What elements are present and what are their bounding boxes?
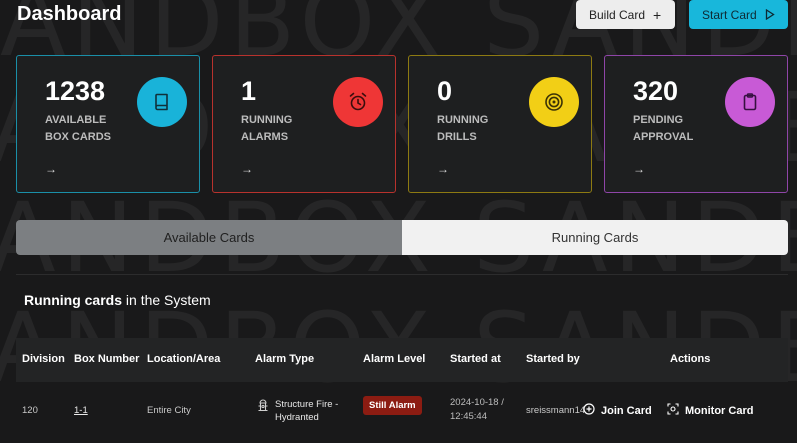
section-title: Running cards in the System (24, 292, 211, 308)
cell-alarm-level: Still Alarm (363, 396, 422, 415)
stat-value: 1238 (45, 76, 106, 106)
fire-hydrant-icon (257, 398, 269, 416)
play-icon (765, 7, 775, 23)
stat-card-running-drills[interactable]: 0 RUNNING DRILLS → (408, 55, 592, 193)
column-header-box-number: Box Number (74, 353, 140, 365)
column-header-location: Location/Area (147, 353, 221, 365)
stat-card-available-box-cards[interactable]: 1238 AVAILABLE BOX CARDS → (16, 55, 200, 193)
stat-card-running-alarms[interactable]: 1 RUNNING ALARMS → (212, 55, 396, 193)
column-header-started-by: Started by (526, 353, 580, 365)
build-card-button[interactable]: Build Card + (576, 0, 675, 29)
plus-icon: + (653, 6, 662, 23)
arrow-right-icon[interactable]: → (45, 162, 57, 176)
column-header-alarm-level: Alarm Level (363, 353, 426, 365)
cell-started-at: 2024-10-18 /12:45:44 (450, 397, 504, 422)
column-header-division: Division (22, 353, 65, 365)
table-header: Division Box Number Location/Area Alarm … (16, 338, 788, 382)
page-title: Dashboard (17, 3, 122, 25)
monitor-card-button[interactable]: Monitor Card (667, 403, 753, 418)
clipboard-icon (725, 77, 775, 127)
build-card-label: Build Card (589, 7, 646, 22)
book-icon (137, 77, 187, 127)
stat-cards: 1238 AVAILABLE BOX CARDS → 1 RUNNING ALARM… (16, 55, 788, 193)
card-tabs: Available Cards Running Cards (16, 220, 788, 255)
cell-division: 120 (22, 405, 38, 416)
tab-available-cards[interactable]: Available Cards (16, 220, 402, 255)
stat-card-pending-approval[interactable]: 320 PENDING APPROVAL → (604, 55, 788, 193)
table-row: 120 1-1 Entire City Structure Fire - Hydr… (16, 382, 788, 443)
plus-circle-icon (583, 403, 595, 418)
column-header-started-at: Started at (450, 353, 501, 365)
cell-alarm-type: Structure Fire - Hydranted (257, 398, 338, 424)
stat-label: PENDING APPROVAL (633, 114, 694, 143)
arrow-right-icon[interactable]: → (437, 162, 449, 176)
join-card-button[interactable]: Join Card (583, 403, 652, 418)
column-header-actions: Actions (670, 353, 711, 365)
monitor-icon (667, 403, 679, 418)
box-number-link[interactable]: 1-1 (74, 405, 88, 416)
stat-value: 1 (241, 76, 257, 106)
tab-running-cards[interactable]: Running Cards (402, 220, 788, 255)
target-icon (529, 77, 579, 127)
arrow-right-icon[interactable]: → (241, 162, 253, 176)
start-card-button[interactable]: Start Card (689, 0, 788, 29)
arrow-right-icon[interactable]: → (633, 162, 645, 176)
cell-started-by: sreissmann14 (526, 405, 586, 416)
stat-value: 320 (633, 76, 679, 106)
section-divider (16, 274, 788, 275)
alarm-level-badge: Still Alarm (363, 396, 422, 415)
stat-label: AVAILABLE BOX CARDS (45, 114, 112, 143)
start-card-label: Start Card (702, 7, 757, 22)
column-header-alarm-type: Alarm Type (255, 353, 315, 365)
stat-value: 0 (437, 76, 453, 106)
cell-location: Entire City (147, 405, 191, 416)
alarm-clock-icon (333, 77, 383, 127)
stat-label: RUNNING ALARMS (241, 114, 293, 143)
stat-label: RUNNING DRILLS (437, 114, 489, 143)
